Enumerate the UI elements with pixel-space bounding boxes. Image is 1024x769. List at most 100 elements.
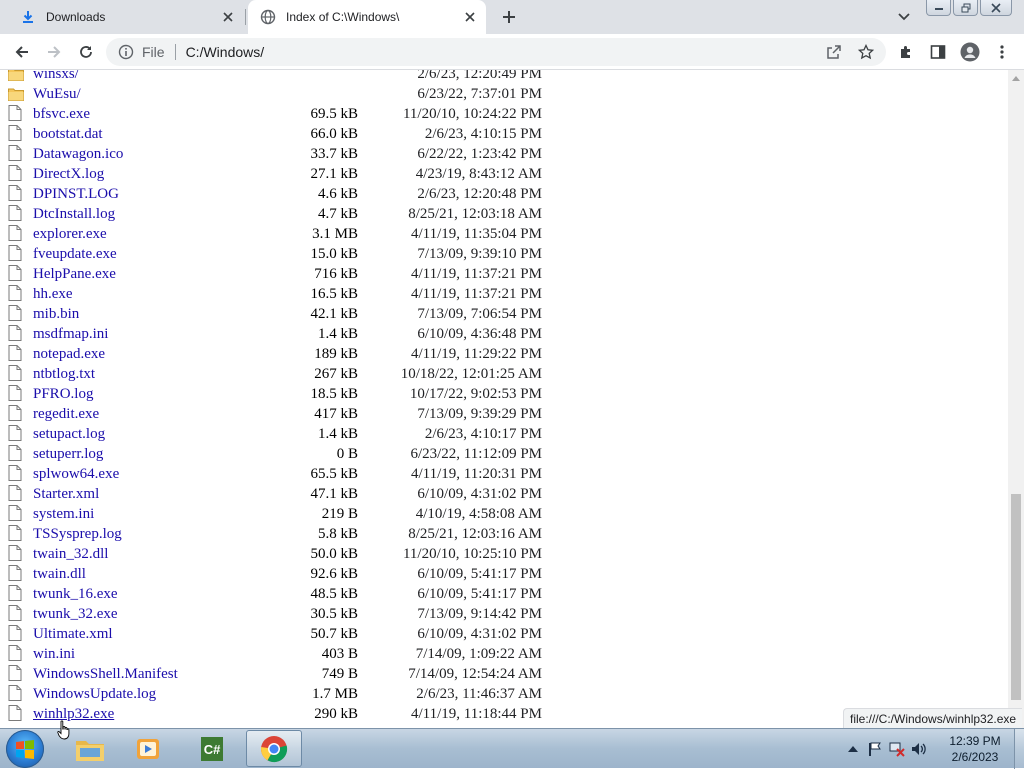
file-link[interactable]: winhlp32.exe: [33, 706, 114, 722]
taskbar-clock[interactable]: 12:39 PM 2/6/2023: [940, 733, 1010, 765]
page-content: winsxs/2/6/23, 12:20:49 PM WuEsu/6/23/22,…: [0, 70, 1008, 728]
file-link[interactable]: setuperr.log: [33, 446, 103, 462]
file-icon: [8, 505, 22, 521]
share-icon[interactable]: [822, 38, 846, 66]
file-link[interactable]: Ultimate.xml: [33, 626, 113, 642]
chrome-icon[interactable]: [246, 730, 302, 767]
date-modified: 7/14/09, 1:09:22 AM: [415, 645, 542, 662]
file-link[interactable]: WindowsShell.Manifest: [33, 666, 178, 682]
bookmark-star-icon[interactable]: [854, 38, 878, 66]
hand-pointer-cursor-icon: [57, 720, 70, 740]
file-link[interactable]: TSSysprep.log: [33, 526, 122, 542]
date-modified: 6/23/22, 7:37:01 PM: [417, 85, 542, 102]
name-cell: DPINST.LOG: [8, 184, 256, 204]
action-center-flag-icon[interactable]: [864, 739, 886, 759]
profile-avatar-icon[interactable]: [957, 39, 983, 65]
globe-icon: [260, 9, 276, 25]
file-link[interactable]: twunk_16.exe: [33, 586, 118, 602]
side-panel-icon[interactable]: [925, 39, 951, 65]
date-modified: 2/6/23, 12:20:49 PM: [417, 70, 542, 82]
file-link[interactable]: twunk_32.exe: [33, 606, 118, 622]
file-link[interactable]: HelpPane.exe: [33, 266, 116, 282]
file-link[interactable]: ntbtlog.txt: [33, 366, 95, 382]
start-button[interactable]: [6, 730, 44, 768]
file-size: 1.4 kB: [317, 425, 358, 442]
file-link[interactable]: regedit.exe: [33, 406, 99, 422]
file-link[interactable]: winsxs/: [33, 70, 79, 82]
forward-arrow-icon[interactable]: [41, 39, 67, 65]
file-link[interactable]: mib.bin: [33, 306, 79, 322]
network-disconnected-icon[interactable]: [886, 739, 908, 759]
file-link[interactable]: bfsvc.exe: [33, 106, 90, 122]
restore-icon[interactable]: [953, 0, 978, 16]
file-size: 749 B: [321, 665, 358, 682]
file-link[interactable]: DtcInstall.log: [33, 206, 115, 222]
file-link[interactable]: system.ini: [33, 506, 94, 522]
file-link[interactable]: setupact.log: [33, 426, 105, 442]
reload-icon[interactable]: [73, 39, 99, 65]
table-row: fveupdate.exe 15.0 kB 7/13/09, 9:39:10 PM: [8, 244, 542, 264]
url-text[interactable]: C:/Windows/: [186, 44, 265, 60]
file-size: 0 B: [336, 445, 358, 462]
date-modified: 4/11/19, 11:18:44 PM: [411, 705, 542, 722]
file-link[interactable]: fveupdate.exe: [33, 246, 117, 262]
file-link[interactable]: DirectX.log: [33, 166, 104, 182]
minimize-icon[interactable]: [926, 0, 951, 16]
file-link[interactable]: PFRO.log: [33, 386, 93, 402]
tab-downloads[interactable]: Downloads: [8, 0, 244, 34]
date-modified: 11/20/10, 10:24:22 PM: [402, 105, 542, 122]
scrollbar-thumb[interactable]: [1011, 494, 1021, 700]
file-size: 33.7 kB: [310, 145, 358, 162]
extensions-puzzle-icon[interactable]: [893, 39, 919, 65]
close-window-icon[interactable]: [980, 0, 1012, 16]
file-size: 47.1 kB: [310, 485, 358, 502]
close-tab-icon[interactable]: [460, 7, 480, 27]
table-row: Datawagon.ico 33.7 kB 6/22/22, 1:23:42 PM: [8, 144, 542, 164]
file-icon: [8, 305, 22, 321]
file-link[interactable]: notepad.exe: [33, 346, 105, 362]
name-cell: ntbtlog.txt: [8, 364, 256, 384]
file-link[interactable]: msdfmap.ini: [33, 326, 108, 342]
file-icon: [8, 365, 22, 381]
name-cell: fveupdate.exe: [8, 244, 256, 264]
chevron-down-icon[interactable]: [894, 8, 914, 26]
vertical-scrollbar[interactable]: [1008, 70, 1024, 728]
csharp-project-icon[interactable]: C#: [184, 730, 240, 767]
date-modified: 8/25/21, 12:03:16 AM: [408, 525, 542, 542]
show-desktop-button[interactable]: [1014, 729, 1024, 769]
file-link[interactable]: splwow64.exe: [33, 466, 119, 482]
table-row: WindowsUpdate.log 1.7 MB 2/6/23, 11:46:37 …: [8, 684, 542, 704]
file-size: 716 kB: [314, 265, 358, 282]
table-row: ntbtlog.txt 267 kB 10/18/22, 12:01:25 AM: [8, 364, 542, 384]
show-hidden-icons-icon[interactable]: [842, 739, 864, 759]
file-link[interactable]: bootstat.dat: [33, 126, 103, 142]
file-size: 66.0 kB: [310, 125, 358, 142]
download-icon: [20, 9, 36, 25]
new-tab-plus-icon[interactable]: [498, 6, 520, 28]
media-center-icon[interactable]: [120, 730, 176, 767]
close-tab-icon[interactable]: [218, 7, 238, 27]
file-link[interactable]: WuEsu/: [33, 86, 81, 102]
file-link[interactable]: WindowsUpdate.log: [33, 686, 156, 702]
scroll-up-arrow-icon[interactable]: [1008, 70, 1024, 86]
file-link[interactable]: win.ini: [33, 646, 75, 662]
windows-taskbar: C# 12:39 PM 2/6/2023: [0, 728, 1024, 769]
file-size: 48.5 kB: [310, 585, 358, 602]
file-link[interactable]: Starter.xml: [33, 486, 99, 502]
file-link[interactable]: explorer.exe: [33, 226, 107, 242]
file-link[interactable]: Datawagon.ico: [33, 146, 123, 162]
volume-speaker-icon[interactable]: [908, 739, 930, 759]
address-bar[interactable]: File C:/Windows/: [106, 38, 886, 66]
back-arrow-icon[interactable]: [9, 39, 35, 65]
table-row: twain.dll 92.6 kB 6/10/09, 5:41:17 PM: [8, 564, 542, 584]
kebab-menu-icon[interactable]: [989, 39, 1015, 65]
file-link[interactable]: hh.exe: [33, 286, 73, 302]
file-link[interactable]: DPINST.LOG: [33, 186, 119, 202]
tab-index-of-windows[interactable]: Index of C:\Windows\: [248, 0, 486, 34]
info-icon[interactable]: [118, 44, 134, 60]
file-icon: [8, 625, 22, 641]
date-modified: 4/11/19, 11:37:21 PM: [411, 265, 542, 282]
file-link[interactable]: twain.dll: [33, 566, 86, 582]
file-link[interactable]: twain_32.dll: [33, 546, 108, 562]
table-row: notepad.exe 189 kB 4/11/19, 11:29:22 PM: [8, 344, 542, 364]
